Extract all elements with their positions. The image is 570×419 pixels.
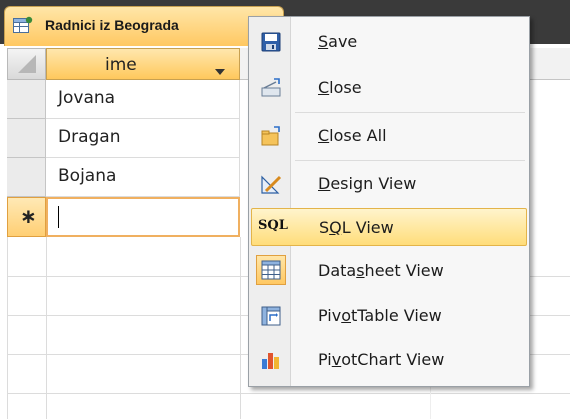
menu-item-pivotchart-view[interactable]: PivotChart View	[251, 341, 527, 379]
table-row[interactable]: Jovana	[46, 80, 240, 119]
menu-item-label: Datasheet View	[318, 261, 444, 280]
query-icon	[13, 16, 33, 34]
menu-item-pivottable-view[interactable]: PivotTable View	[251, 297, 527, 335]
menu-item-design-view[interactable]: Design View	[251, 165, 527, 203]
menu-item-label: Close	[318, 78, 362, 97]
tab-title: Radnici iz Beograda	[45, 17, 179, 33]
menu-item-label: PivotChart View	[318, 350, 445, 369]
column-header-ime[interactable]: ime	[46, 48, 240, 80]
select-all-corner[interactable]	[7, 48, 46, 80]
save-icon	[260, 31, 282, 53]
menu-item-close[interactable]: Close	[251, 69, 527, 107]
chevron-down-icon[interactable]	[215, 61, 225, 80]
context-menu: Save Close Close All Design View SQL SQL…	[248, 16, 530, 387]
row-selector[interactable]	[7, 119, 46, 158]
column-header-label: ime	[105, 55, 137, 75]
menu-item-label: SQL View	[319, 218, 394, 237]
menu-item-datasheet-view[interactable]: Datasheet View	[251, 252, 527, 290]
text-cursor	[58, 206, 59, 228]
grid-line	[240, 237, 241, 419]
menu-item-save[interactable]: Save	[251, 23, 527, 61]
cell-ime[interactable]: Jovana	[58, 88, 115, 108]
new-row-selector[interactable]: ∗	[7, 197, 46, 237]
grid-line	[7, 393, 570, 394]
new-record-cell[interactable]	[46, 197, 240, 237]
table-row[interactable]: Bojana	[46, 158, 240, 197]
cell-ime[interactable]: Bojana	[58, 166, 116, 186]
document-tab[interactable]: Radnici iz Beograda	[4, 6, 284, 46]
pivotchart-view-icon	[260, 349, 282, 371]
table-row[interactable]: Dragan	[46, 119, 240, 158]
menu-separator	[295, 160, 525, 161]
datasheet-view-icon	[256, 255, 286, 285]
grid-line	[46, 237, 47, 419]
menu-item-label: PivotTable View	[318, 306, 442, 325]
menu-item-sql-view[interactable]: SQL SQL View	[251, 208, 527, 246]
menu-separator	[295, 112, 525, 113]
sql-view-icon: SQL	[258, 218, 288, 233]
grid-line	[7, 237, 8, 419]
close-all-icon	[260, 125, 282, 147]
menu-item-label: Close All	[318, 126, 387, 145]
menu-item-close-all[interactable]: Close All	[251, 117, 527, 155]
pivottable-view-icon	[260, 305, 282, 327]
new-row-marker: ∗	[20, 204, 37, 228]
cell-ime[interactable]: Dragan	[58, 127, 120, 147]
select-all-icon	[18, 55, 36, 73]
row-selector[interactable]	[7, 80, 46, 119]
menu-item-label: Design View	[318, 174, 417, 193]
row-selector[interactable]	[7, 158, 46, 197]
menu-item-label: Save	[318, 32, 358, 51]
design-view-icon	[260, 173, 282, 195]
close-icon	[260, 77, 282, 99]
